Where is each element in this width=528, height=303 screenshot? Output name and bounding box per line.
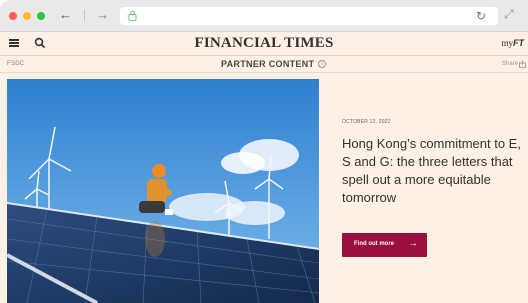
browser-window: ← → ↻ ⤢ FINANCIAL TIMES myFT FSDC PARTNE… <box>0 0 528 303</box>
myft-link[interactable]: myFT <box>501 38 524 48</box>
find-out-more-button[interactable]: Find out more → <box>342 233 427 257</box>
myft-prefix: my <box>501 38 513 48</box>
hero-image[interactable] <box>7 79 319 303</box>
maximize-window-button[interactable] <box>37 12 45 20</box>
partner-content-bar: FSDC PARTNER CONTENT i Share <box>0 56 528 73</box>
arrow-right-icon: → <box>408 238 418 249</box>
partner-content-label: PARTNER CONTENT <box>221 59 315 69</box>
address-bar[interactable] <box>120 7 498 25</box>
expand-icon[interactable]: ⤢ <box>504 7 514 21</box>
share-icon[interactable] <box>519 60 526 68</box>
browser-toolbar: ← → ↻ ⤢ <box>0 0 528 32</box>
site-logo[interactable]: FINANCIAL TIMES <box>0 35 528 52</box>
article-date: OCTOBER 13, 2022 <box>342 119 391 125</box>
solar-worker-illustration <box>7 79 319 303</box>
site-header: FINANCIAL TIMES myFT <box>0 32 528 56</box>
reload-icon[interactable]: ↻ <box>476 9 486 23</box>
sponsor-logo[interactable]: FSDC <box>7 61 25 67</box>
lock-icon <box>128 10 137 21</box>
article-headline[interactable]: Hong Kong’s commitment to E, S and G: th… <box>342 135 526 207</box>
share-label[interactable]: Share <box>502 61 518 67</box>
cta-label: Find out more <box>354 241 394 247</box>
myft-suffix: FT <box>513 38 524 48</box>
nav-divider <box>84 10 85 21</box>
back-arrow-icon[interactable]: ← <box>59 8 72 22</box>
forward-arrow-icon[interactable]: → <box>96 8 109 22</box>
close-window-button[interactable] <box>9 12 17 20</box>
info-icon[interactable]: i <box>318 60 326 68</box>
minimize-window-button[interactable] <box>23 12 31 20</box>
article-panel: OCTOBER 13, 2022 Hong Kong’s commitment … <box>342 79 528 303</box>
